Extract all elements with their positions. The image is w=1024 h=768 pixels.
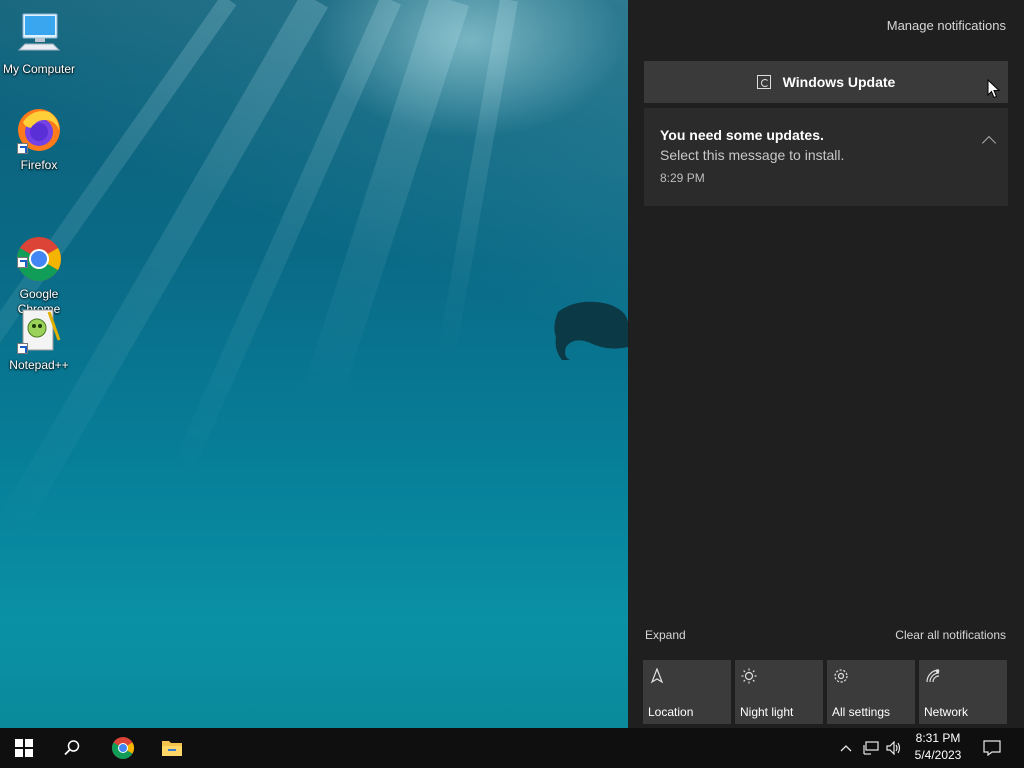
notification-group-title: Windows Update bbox=[782, 74, 896, 90]
chevron-up-icon bbox=[840, 745, 852, 752]
notification-card[interactable]: You need some updates. Select this messa… bbox=[644, 108, 1008, 206]
action-center-button[interactable] bbox=[976, 728, 1008, 768]
network-tray-button[interactable] bbox=[860, 728, 882, 768]
wired-network-icon bbox=[863, 741, 879, 755]
shortcut-arrow-icon bbox=[17, 143, 28, 154]
clear-all-notifications-link[interactable]: Clear all notifications bbox=[895, 628, 1006, 642]
quick-action-label: All settings bbox=[832, 705, 891, 719]
search-icon bbox=[64, 740, 80, 756]
swimmer-silhouette bbox=[554, 301, 628, 360]
notification-title: You need some updates. bbox=[660, 127, 824, 143]
notification-icon bbox=[983, 740, 1001, 756]
quick-action-night-light[interactable]: Night light bbox=[735, 660, 823, 724]
desktop-icon-label: My Computer bbox=[2, 62, 76, 76]
windows-update-icon bbox=[756, 75, 771, 89]
volume-tray-button[interactable] bbox=[884, 728, 904, 768]
shortcut-arrow-icon bbox=[17, 257, 28, 268]
notification-group-header[interactable]: Windows Update bbox=[644, 61, 1008, 103]
windows-logo-icon bbox=[15, 739, 33, 757]
mouse-cursor-icon bbox=[987, 79, 1001, 99]
taskbar-file-explorer-button[interactable] bbox=[148, 728, 196, 768]
desktop-icon-my-computer[interactable]: My Computer bbox=[1, 10, 77, 77]
folder-icon bbox=[162, 741, 182, 756]
my-computer-icon bbox=[17, 13, 61, 51]
speaker-icon bbox=[886, 741, 901, 755]
location-icon bbox=[650, 668, 664, 684]
network-icon bbox=[926, 669, 940, 683]
quick-action-network[interactable]: Network bbox=[919, 660, 1007, 724]
chrome-icon bbox=[112, 737, 134, 759]
desktop-icon-label: Firefox bbox=[20, 158, 58, 172]
start-button[interactable] bbox=[0, 728, 48, 768]
taskbar-chrome-button[interactable] bbox=[99, 728, 147, 768]
taskbar: 8:31 PM 5/4/2023 bbox=[0, 728, 1024, 768]
show-hidden-icons-button[interactable] bbox=[836, 728, 856, 768]
desktop-icon-notepadpp[interactable]: Notepad++ bbox=[1, 306, 77, 373]
taskbar-clock[interactable]: 8:31 PM 5/4/2023 bbox=[904, 730, 972, 764]
quick-action-all-settings[interactable]: All settings bbox=[827, 660, 915, 724]
chevron-up-icon[interactable] bbox=[981, 135, 997, 151]
quick-action-location[interactable]: Location bbox=[643, 660, 731, 724]
shortcut-arrow-icon bbox=[17, 343, 28, 354]
desktop-icon-label: Notepad++ bbox=[9, 358, 69, 372]
night-light-icon bbox=[741, 668, 757, 684]
action-center-panel: Manage notifications Windows Update You … bbox=[628, 0, 1024, 728]
gear-icon bbox=[834, 669, 848, 683]
desktop-icon-firefox[interactable]: Firefox bbox=[1, 106, 77, 173]
expand-link[interactable]: Expand bbox=[645, 628, 686, 642]
search-button[interactable] bbox=[48, 728, 96, 768]
quick-action-label: Location bbox=[648, 705, 694, 719]
clock-date: 5/4/2023 bbox=[914, 748, 962, 762]
notification-body: Select this message to install. bbox=[660, 147, 845, 163]
screen: My Computer Firefox Google Chrome Notepa… bbox=[0, 0, 1024, 768]
quick-actions: Location Night light All settings Networ… bbox=[643, 660, 1007, 724]
quick-action-label: Network bbox=[924, 705, 969, 719]
clock-time: 8:31 PM bbox=[915, 731, 961, 745]
notification-time: 8:29 PM bbox=[660, 171, 705, 185]
manage-notifications-link[interactable]: Manage notifications bbox=[887, 18, 1006, 33]
quick-action-label: Night light bbox=[740, 705, 794, 719]
